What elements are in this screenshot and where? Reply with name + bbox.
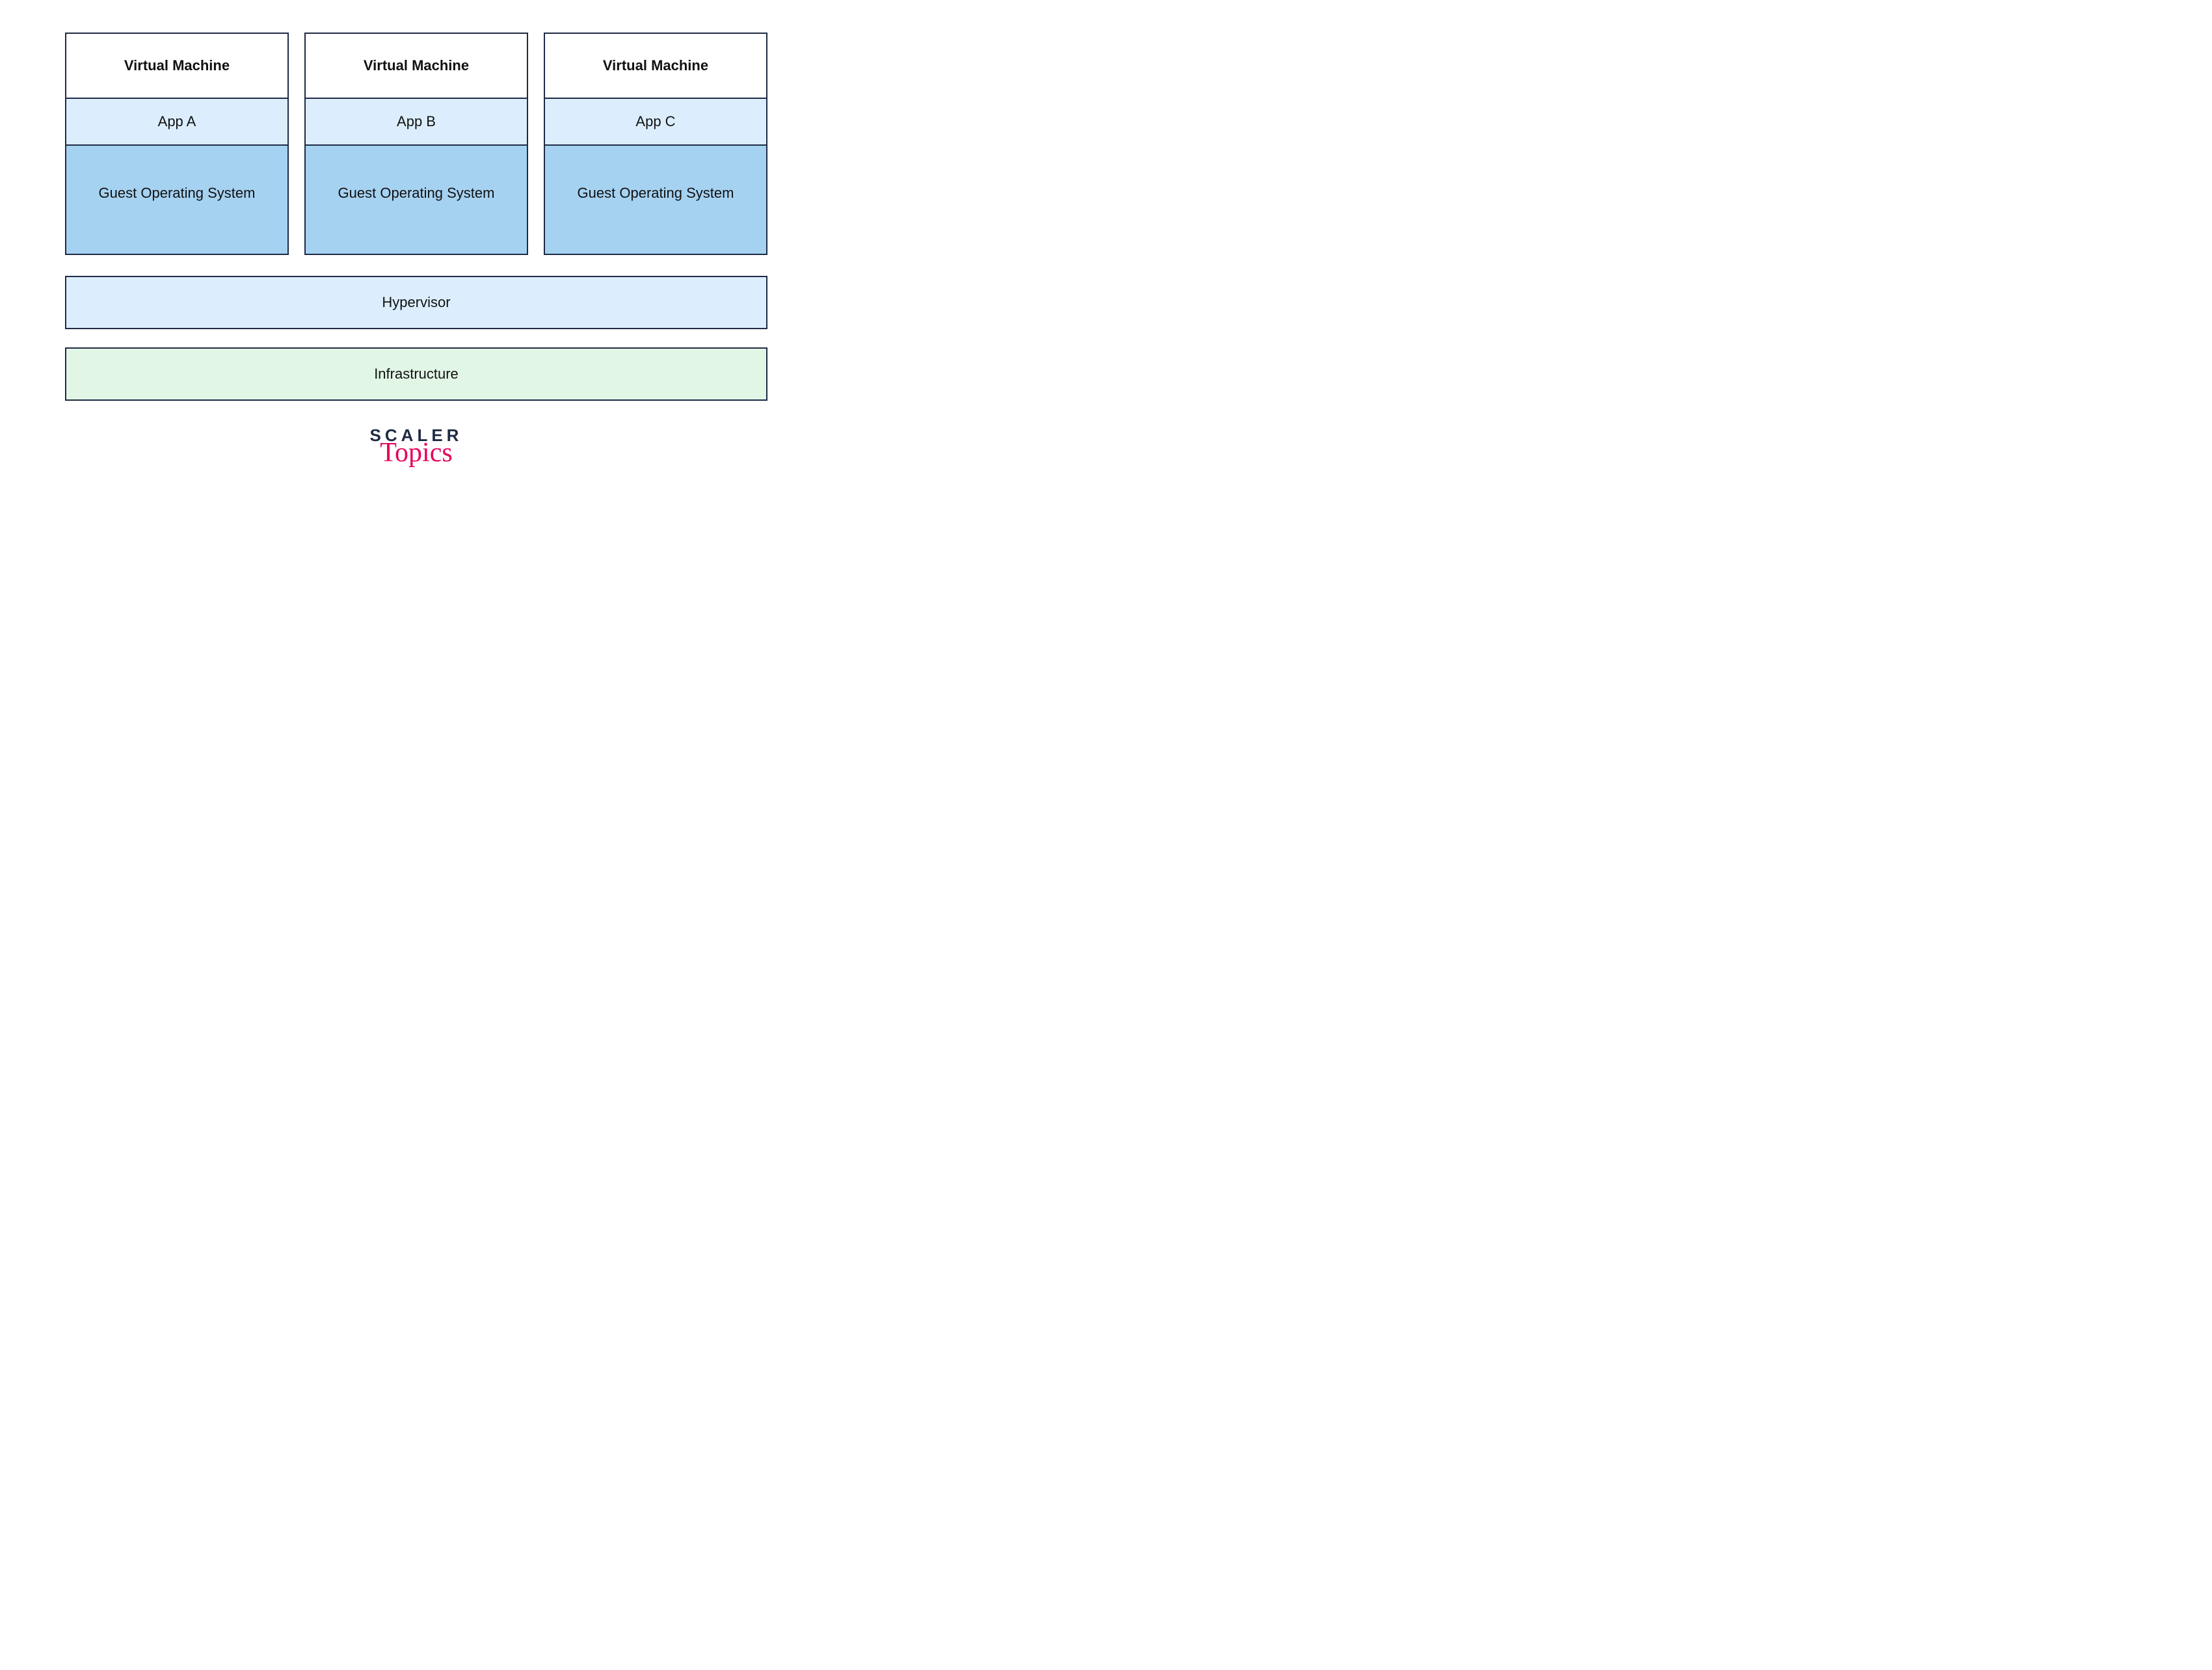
vm-guest-os: Guest Operating System	[66, 146, 287, 254]
vm-guest-os: Guest Operating System	[545, 146, 766, 254]
scaler-topics-logo: SCALER Topics	[65, 427, 767, 465]
vm-title: Virtual Machine	[306, 34, 527, 99]
vm-app: App A	[66, 99, 287, 146]
vm-title: Virtual Machine	[66, 34, 287, 99]
vm-title: Virtual Machine	[545, 34, 766, 99]
vm-app: App C	[545, 99, 766, 146]
vm-column-2: Virtual Machine App B Guest Operating Sy…	[304, 33, 528, 255]
vm-column-1: Virtual Machine App A Guest Operating Sy…	[65, 33, 289, 255]
logo-line2: Topics	[65, 442, 767, 465]
hypervisor-layer: Hypervisor	[65, 276, 767, 329]
vm-column-3: Virtual Machine App C Guest Operating Sy…	[544, 33, 767, 255]
infrastructure-layer: Infrastructure	[65, 347, 767, 401]
vm-app: App B	[306, 99, 527, 146]
vm-row: Virtual Machine App A Guest Operating Sy…	[65, 33, 767, 255]
vm-guest-os: Guest Operating System	[306, 146, 527, 254]
